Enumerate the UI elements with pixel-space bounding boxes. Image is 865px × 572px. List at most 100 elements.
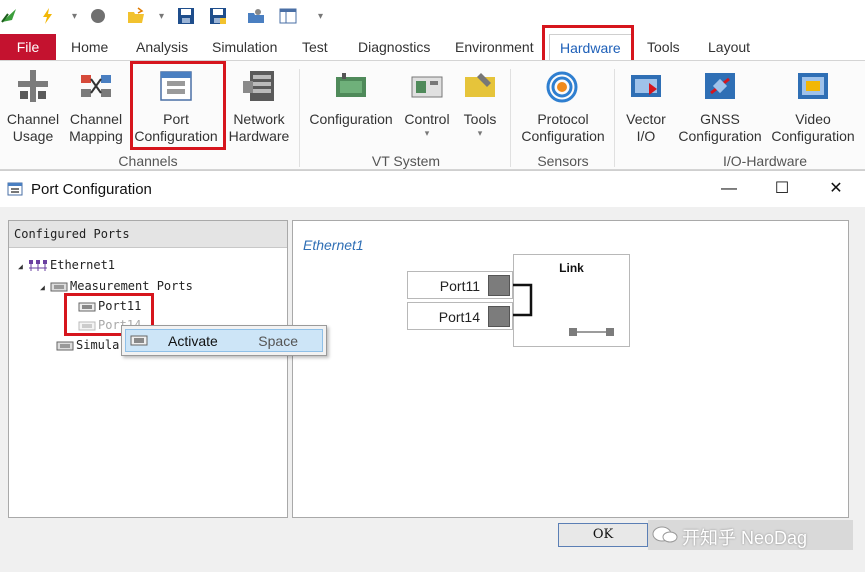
tree-label-measurement-ports: Measurement Ports: [70, 279, 193, 293]
vt-control-label: Control: [404, 111, 450, 127]
dialog-titlebar[interactable]: Port Configuration — ☐ ✕: [0, 171, 865, 207]
tree-node-ethernet1[interactable]: ◢ Ethernet1: [18, 258, 115, 273]
group-io-hardware: I/O-Hardware: [722, 153, 808, 169]
vt-tools-button[interactable]: Tools ▾: [458, 69, 502, 138]
window-layout-icon[interactable]: [278, 6, 298, 26]
menu-item-activate[interactable]: Activate Space: [125, 329, 323, 352]
protocol-configuration-label-1: Protocol: [537, 111, 589, 127]
network-canvas[interactable]: Ethernet1 Link Port11 Port14: [292, 220, 849, 518]
ribbon-tab-bar: File Home Analysis Simulation Test Diagn…: [0, 34, 865, 61]
tree-node-measurement-ports[interactable]: ◢ Measurement Ports: [40, 279, 193, 293]
quick-access-toolbar: ▾ ▾ ▾: [0, 0, 865, 32]
vector-io-label-2: I/O: [636, 128, 656, 144]
wireless-signal-icon: [546, 71, 578, 103]
port11-box[interactable]: Port11: [407, 271, 513, 299]
tab-tools[interactable]: Tools: [647, 39, 680, 55]
close-button[interactable]: ✕: [826, 179, 846, 199]
dialog-title: Port Configuration: [31, 181, 152, 198]
channel-mapping-label-2: Mapping: [69, 128, 123, 144]
video-film-icon: [798, 73, 828, 99]
port-configuration-icon: [160, 71, 192, 101]
tab-home[interactable]: Home: [71, 39, 108, 55]
tree-node-port11[interactable]: Port11: [78, 299, 141, 313]
group-separator: [614, 69, 615, 167]
group-separator: [510, 69, 511, 167]
tree-label-port11: Port11: [98, 299, 142, 313]
network-hardware-label-1: Network: [233, 111, 285, 127]
gear-folder-icon[interactable]: [246, 6, 266, 26]
group-vt-system: VT System: [371, 153, 441, 169]
port-inactive-icon: [78, 321, 96, 330]
port-configuration-label-2: Configuration: [134, 128, 218, 144]
expand-toggle-icon[interactable]: ◢: [18, 262, 28, 271]
tab-diagnostics[interactable]: Diagnostics: [358, 39, 430, 55]
port-configuration-label-1: Port: [163, 111, 189, 127]
tab-environment[interactable]: Environment: [455, 39, 534, 55]
ethernet-plug-icon: [488, 306, 510, 327]
tab-hardware[interactable]: Hardware: [549, 34, 632, 61]
tab-file[interactable]: File: [0, 34, 56, 60]
channel-usage-icon: [18, 70, 48, 102]
maximize-button[interactable]: ☐: [772, 179, 792, 199]
network-hardware-label-2: Hardware: [228, 128, 290, 144]
tab-simulation[interactable]: Simulation: [212, 39, 277, 55]
channel-usage-label-2: Usage: [12, 128, 54, 144]
tree-node-simulation[interactable]: Simula: [56, 338, 119, 352]
open-folder-icon[interactable]: [126, 6, 146, 26]
tab-analysis[interactable]: Analysis: [136, 39, 188, 55]
ethernet-plug-icon: [488, 275, 510, 296]
port14-box[interactable]: Port14: [407, 302, 513, 330]
channel-usage-button[interactable]: Channel Usage: [6, 69, 60, 145]
lightning-icon[interactable]: [38, 6, 58, 26]
link-label: Link: [559, 261, 584, 275]
ribbon-panel: Channel Usage Channel Mapping Port Confi…: [0, 60, 865, 170]
vt-tools-label: Tools: [463, 111, 497, 127]
port-configuration-button[interactable]: Port Configuration: [134, 69, 218, 145]
vt-configuration-icon: [336, 73, 366, 97]
ports-folder-icon: [56, 341, 74, 350]
channel-mapping-label-1: Channel: [69, 111, 123, 127]
gnss-configuration-button[interactable]: GNSS Configuration: [678, 69, 762, 145]
minimize-button[interactable]: —: [719, 179, 739, 199]
channel-mapping-button[interactable]: Channel Mapping: [68, 69, 124, 145]
link-connection-icon: [569, 328, 614, 336]
video-configuration-button[interactable]: Video Configuration: [770, 69, 856, 145]
canoe-logo-icon[interactable]: [0, 6, 20, 26]
menu-item-activate-label: Activate: [168, 333, 218, 349]
port-icon: [78, 302, 96, 311]
group-separator: [299, 69, 300, 167]
tree-label-simulation: Simula: [76, 338, 120, 352]
dropdown-caret[interactable]: ▾: [72, 11, 77, 22]
configured-ports-header: Configured Ports: [9, 221, 287, 248]
port11-label: Port11: [439, 278, 480, 294]
gnss-configuration-label-1: GNSS: [700, 111, 740, 127]
vt-configuration-button[interactable]: Configuration: [308, 69, 394, 128]
tab-layout[interactable]: Layout: [708, 39, 750, 55]
video-configuration-label-1: Video: [795, 111, 831, 127]
network-label: Ethernet1: [303, 237, 364, 253]
customize-toolbar-caret[interactable]: ▾: [318, 11, 323, 22]
vt-control-button[interactable]: Control ▾: [400, 69, 454, 138]
gnss-satellite-icon: [705, 73, 735, 99]
gnss-configuration-label-2: Configuration: [678, 128, 762, 144]
video-configuration-label-2: Configuration: [771, 128, 855, 144]
stop-icon[interactable]: [88, 6, 108, 26]
tab-test[interactable]: Test: [302, 39, 328, 55]
network-hardware-button[interactable]: Network Hardware: [228, 69, 290, 145]
vector-io-button[interactable]: Vector I/O: [620, 69, 672, 145]
group-channels: Channels: [118, 153, 178, 169]
menu-item-activate-shortcut: Space: [258, 333, 298, 349]
network-tree-icon: [29, 259, 47, 271]
save-all-icon[interactable]: [208, 6, 228, 26]
dropdown-caret[interactable]: ▾: [159, 11, 164, 22]
protocol-configuration-button[interactable]: Protocol Configuration: [518, 69, 608, 145]
chevron-down-icon: ▾: [477, 128, 483, 138]
ok-button[interactable]: OK: [558, 523, 648, 547]
vt-configuration-label: Configuration: [309, 111, 393, 127]
port-configuration-small-icon: [7, 182, 23, 196]
expand-toggle-icon[interactable]: ◢: [40, 283, 50, 292]
port-configuration-dialog: Port Configuration — ☐ ✕ Configured Port…: [0, 170, 865, 572]
vector-io-label-1: Vector: [626, 111, 666, 127]
save-icon[interactable]: [176, 6, 196, 26]
link-bracket-line: [513, 283, 533, 317]
